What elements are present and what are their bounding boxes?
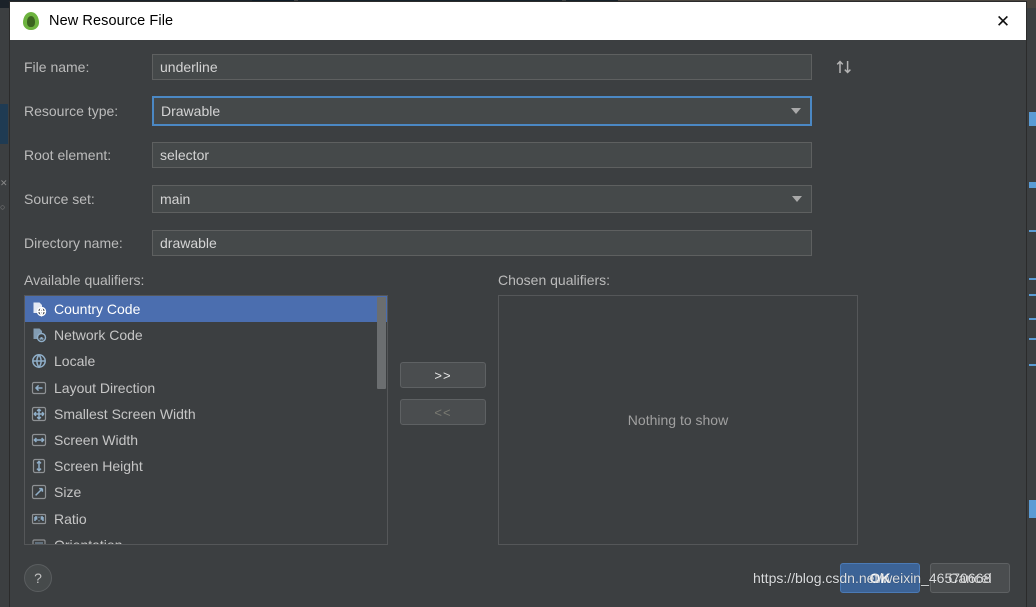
orientation-icon: [31, 537, 47, 545]
available-qualifiers-column: Available qualifiers: Country Code Networ…: [24, 272, 388, 545]
list-item[interactable]: Ratio: [25, 506, 387, 532]
ide-marker: [1029, 364, 1036, 366]
form-row-root-element: Root element: selector: [24, 140, 1012, 170]
four-way-arrows-icon: [31, 406, 47, 422]
chosen-empty-message: Nothing to show: [628, 412, 728, 428]
available-qualifiers-list[interactable]: Country Code Network Code Locale Layout Dir…: [24, 295, 388, 545]
ide-marker: [1029, 318, 1036, 320]
horizontal-arrows-icon: [31, 432, 47, 448]
ide-gutter-glyph: ○: [0, 202, 10, 212]
dialog-titlebar: New Resource File ✕: [10, 2, 1026, 40]
form-row-resource-type: Resource type: Drawable: [24, 96, 1012, 126]
list-item-label: Ratio: [54, 511, 87, 527]
ide-marker: [1029, 278, 1036, 280]
list-item[interactable]: Smallest Screen Width: [25, 401, 387, 427]
arrow-left-icon: [31, 380, 47, 396]
ide-gutter-highlight: [0, 104, 8, 144]
directory-name-input[interactable]: drawable: [152, 230, 812, 256]
list-item[interactable]: Orientation: [25, 532, 387, 545]
list-item-label: Smallest Screen Width: [54, 406, 196, 422]
label-directory-name: Directory name:: [24, 235, 152, 251]
list-item-label: Screen Height: [54, 458, 143, 474]
remove-qualifier-button[interactable]: <<: [400, 399, 486, 425]
list-item-label: Layout Direction: [54, 380, 155, 396]
list-item[interactable]: Size: [25, 479, 387, 505]
list-item[interactable]: Locale: [25, 348, 387, 374]
add-qualifier-button[interactable]: >>: [400, 362, 486, 388]
ratio-icon: [31, 511, 47, 527]
resource-type-select[interactable]: Drawable: [152, 96, 812, 126]
scrollbar-thumb[interactable]: [377, 297, 386, 389]
chosen-qualifiers-heading: Chosen qualifiers:: [498, 272, 858, 288]
list-item-label: Network Code: [54, 327, 143, 343]
network-code-icon: [31, 327, 47, 343]
form-row-directory-name: Directory name: drawable: [24, 228, 1012, 258]
dialog-body: File name: underline Resource type: Draw…: [10, 40, 1026, 549]
resource-type-value: Drawable: [161, 103, 220, 119]
diagonal-arrow-icon: [31, 484, 47, 500]
available-qualifiers-heading: Available qualifiers:: [24, 272, 388, 288]
list-item-label: Screen Width: [54, 432, 138, 448]
vertical-arrows-icon: [31, 458, 47, 474]
list-item-label: Orientation: [54, 537, 122, 545]
ide-marker: [1029, 500, 1036, 518]
ide-marker: [1029, 338, 1036, 340]
qualifiers-area: Available qualifiers: Country Code Networ…: [24, 272, 1012, 545]
ok-button[interactable]: OK: [840, 563, 920, 593]
list-item[interactable]: Screen Width: [25, 427, 387, 453]
source-set-value: main: [160, 191, 190, 207]
label-source-set: Source set:: [24, 191, 152, 207]
ide-marker: [1029, 230, 1036, 232]
ide-marker: [1029, 182, 1036, 188]
chevron-down-icon: [791, 108, 801, 114]
dialog-footer: ? OK Cancel: [10, 549, 1026, 607]
dialog-title: New Resource File: [49, 13, 173, 29]
root-element-input[interactable]: selector: [152, 142, 812, 168]
sort-up-down-icon[interactable]: [832, 55, 856, 79]
list-item[interactable]: Country Code: [25, 296, 387, 322]
list-item[interactable]: Layout Direction: [25, 375, 387, 401]
list-item[interactable]: Network Code: [25, 322, 387, 348]
country-code-icon: [31, 301, 47, 317]
help-icon[interactable]: ?: [24, 564, 52, 592]
label-file-name: File name:: [24, 59, 152, 75]
android-studio-icon: [22, 12, 40, 30]
list-item-label: Locale: [54, 353, 95, 369]
footer-actions: OK Cancel: [840, 563, 1010, 593]
form-row-file-name: File name: underline: [24, 52, 1012, 82]
chosen-qualifiers-list[interactable]: Nothing to show: [498, 295, 858, 545]
ide-marker: [1029, 294, 1036, 296]
chosen-qualifiers-column: Chosen qualifiers: Nothing to show: [498, 272, 858, 545]
label-root-element: Root element:: [24, 147, 152, 163]
ide-marker: [1029, 112, 1036, 126]
available-list-scrollbar[interactable]: [377, 297, 386, 545]
close-icon[interactable]: ✕: [980, 2, 1026, 40]
new-resource-file-dialog: New Resource File ✕ File name: underline…: [10, 2, 1026, 607]
label-resource-type: Resource type:: [24, 103, 152, 119]
ide-gutter-glyph: ✕: [0, 178, 10, 188]
form-row-source-set: Source set: main: [24, 184, 1012, 214]
chevron-down-icon: [792, 196, 802, 202]
transfer-buttons-column: >> <<: [388, 272, 498, 545]
list-item-label: Country Code: [54, 301, 140, 317]
cancel-button[interactable]: Cancel: [930, 563, 1010, 593]
list-item[interactable]: Screen Height: [25, 453, 387, 479]
source-set-select[interactable]: main: [152, 185, 812, 213]
ide-marker-strip[interactable]: [1025, 8, 1036, 607]
list-item-label: Size: [54, 484, 81, 500]
globe-icon: [31, 353, 47, 369]
sort-up-down-glyph: [835, 59, 853, 75]
file-name-input[interactable]: underline: [152, 54, 812, 80]
